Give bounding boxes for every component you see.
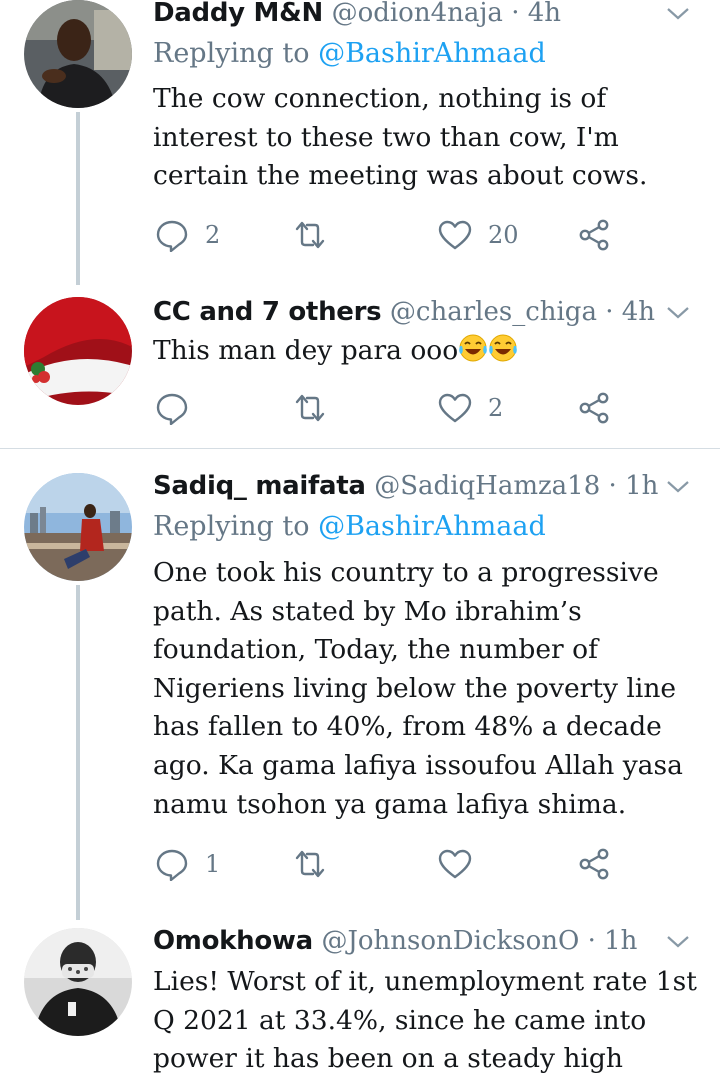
tweet-text-line: Lies! Worst of it, unemployment rate 1st (153, 966, 697, 997)
tweet-text-line: Q 2021 at 33.4%, since he came into (153, 1004, 647, 1036)
tweet-daddy[interactable]: Daddy M&N @odion4naja · 4h Replying to @… (0, 0, 720, 285)
username[interactable]: @SadiqHamza18 (374, 471, 600, 501)
tweet-text: The cow connection, nothing is of intere… (153, 80, 698, 196)
tweet-actions: 2 (155, 388, 625, 428)
like-count: 20 (488, 221, 519, 249)
separator: · (502, 0, 528, 28)
chevron-down-icon[interactable] (664, 932, 692, 952)
avatar[interactable] (24, 473, 132, 581)
timestamp[interactable]: 1h (625, 471, 658, 501)
avatar[interactable] (24, 928, 132, 1036)
replying-to: Replying to @BashirAhmaad (153, 510, 546, 544)
tweet-text: One took his country to a progressive pa… (153, 554, 698, 824)
share-button[interactable] (577, 388, 611, 428)
tweet-text-line: path. As stated by Mo ibrahim’s (153, 595, 582, 627)
share-button[interactable] (577, 844, 611, 884)
display-name[interactable]: CC and 7 others (153, 297, 382, 327)
separator: · (579, 926, 605, 956)
like-button[interactable]: 2 (438, 388, 503, 428)
like-icon (438, 849, 472, 879)
reply-icon (156, 849, 188, 881)
timestamp[interactable]: 4h (622, 297, 655, 327)
tweet-cc[interactable]: CC and 7 others @charles_chiga · 4h This… (0, 285, 720, 448)
tweet-text-line: certain the meeting was about cows. (153, 160, 648, 192)
mention-link[interactable]: @BashirAhmaad (318, 38, 546, 69)
like-icon (438, 393, 472, 423)
username[interactable]: @JohnsonDicksonO (321, 926, 579, 956)
tweet-text-line: has fallen to 40%, from 48% a decade (153, 711, 662, 743)
tweet-text: Lies! Worst of it, unemployment rate 1st… (153, 963, 698, 1079)
reply-button[interactable]: 1 (155, 844, 220, 884)
tweet-actions: 1 (155, 844, 625, 884)
separator: · (600, 471, 626, 501)
timestamp[interactable]: 1h (604, 926, 637, 956)
share-icon (579, 848, 609, 880)
reply-button[interactable] (155, 388, 205, 428)
tears-of-joy-emoji-icon (489, 334, 518, 362)
mention-link[interactable]: @BashirAhmaad (318, 511, 546, 542)
tweet-text-line: foundation, Today, the number of (153, 634, 598, 666)
tweet-text-line: This man dey para ooo (153, 332, 698, 371)
tweet-text-line: ago. Ka gama lafiya issoufou Allah yasa (153, 749, 683, 781)
retweet-button[interactable] (293, 388, 343, 428)
retweet-button[interactable] (293, 844, 343, 884)
tweet-text-line: The cow connection, nothing is of (153, 83, 607, 114)
share-icon (579, 219, 609, 251)
like-count: 2 (488, 394, 504, 422)
tweet-text-line: interest to these two than cow, I'm (153, 121, 619, 153)
display-name[interactable]: Daddy M&N (153, 0, 323, 28)
display-name[interactable]: Sadiq_ maifata (153, 471, 366, 501)
tweet-text-line: Nigeriens living below the poverty line (153, 672, 677, 704)
tweet-header: Daddy M&N @odion4naja · 4h (153, 0, 660, 30)
avatar[interactable] (24, 297, 132, 405)
display-name[interactable]: Omokhowa (153, 926, 313, 956)
thread-line (76, 585, 80, 920)
retweet-icon (295, 221, 325, 249)
separator: · (596, 297, 622, 327)
thread-line (76, 112, 80, 285)
tweet-text-content: This man dey para ooo (153, 335, 459, 366)
tweet-header: CC and 7 others @charles_chiga · 4h (153, 295, 660, 329)
tweet-sadiq[interactable]: Sadiq_ maifata @SadiqHamza18 · 1h Replyi… (0, 449, 720, 920)
like-button[interactable]: 20 (438, 215, 519, 255)
like-icon (438, 220, 472, 250)
reply-count: 2 (205, 221, 221, 249)
retweet-icon (295, 394, 325, 422)
chevron-down-icon[interactable] (664, 4, 692, 24)
tears-of-joy-emoji-icon (459, 334, 488, 362)
tweet-actions: 2 20 (155, 215, 625, 255)
tweet-header: Sadiq_ maifata @SadiqHamza18 · 1h (153, 469, 660, 503)
chevron-down-icon[interactable] (664, 477, 692, 497)
retweet-button[interactable] (293, 215, 343, 255)
like-button[interactable] (438, 844, 488, 884)
share-button[interactable] (577, 215, 611, 255)
retweet-icon (295, 850, 325, 878)
tweet-text-line: power it has been on a steady high (153, 1043, 623, 1075)
username[interactable]: @charles_chiga (390, 297, 597, 327)
chevron-down-icon[interactable] (664, 303, 692, 323)
reply-count: 1 (205, 850, 221, 878)
tweet-header: Omokhowa @JohnsonDicksonO · 1h (153, 924, 660, 958)
avatar[interactable] (24, 0, 132, 108)
replying-prefix: Replying to (153, 38, 319, 69)
timestamp[interactable]: 4h (528, 0, 561, 28)
tweet-text-line: namu tsohon ya gama lafiya shima. (153, 788, 627, 820)
reply-icon (156, 220, 188, 252)
tweet-omokhowa[interactable]: Omokhowa @JohnsonDicksonO · 1h Lies! Wor… (0, 920, 720, 1085)
share-icon (579, 392, 609, 424)
replying-to: Replying to @BashirAhmaad (153, 37, 546, 71)
username[interactable]: @odion4naja (332, 0, 503, 28)
tweet-text-line: One took his country to a progressive (153, 557, 659, 588)
tweet-text: This man dey para ooo (153, 332, 698, 371)
reply-button[interactable]: 2 (155, 215, 220, 255)
replying-prefix: Replying to (153, 511, 319, 542)
reply-icon (156, 393, 188, 425)
